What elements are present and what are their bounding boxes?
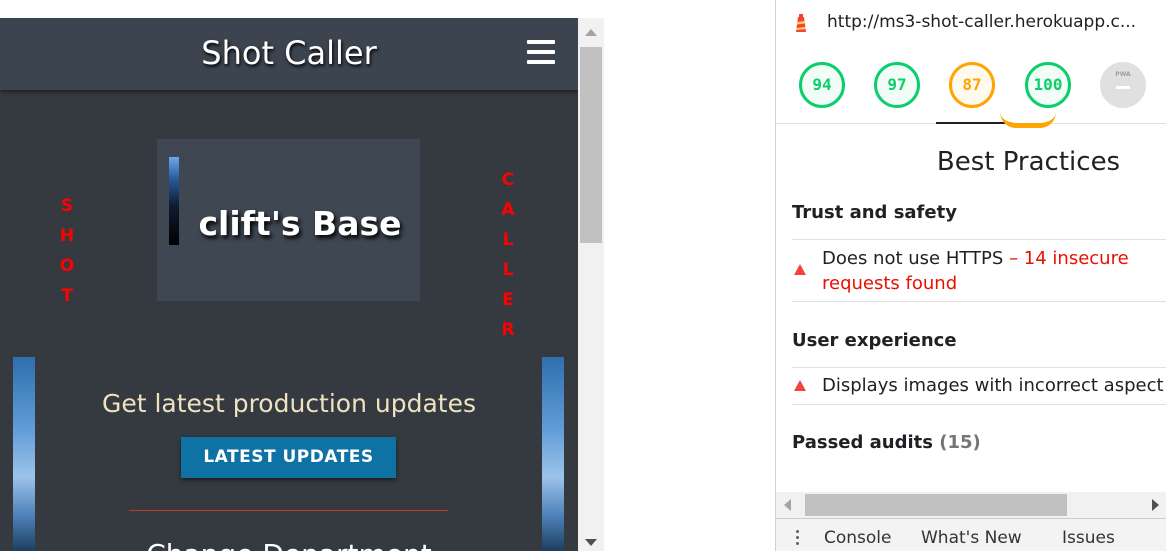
category-title: Best Practices xyxy=(936,147,1121,177)
audit-aspect-ratio[interactable]: Displays images with incorrect aspect ra… xyxy=(822,373,1166,398)
side-letter: S xyxy=(60,196,74,216)
side-letter: L xyxy=(502,230,514,250)
row-divider xyxy=(792,301,1166,302)
row-divider xyxy=(792,239,1166,240)
audit-https[interactable]: Does not use HTTPS – 14 insecure request… xyxy=(822,246,1166,296)
drawer-tab-console[interactable]: Console xyxy=(824,528,892,548)
passed-audits-toggle[interactable]: Passed audits (15) xyxy=(792,432,981,453)
horizontal-scrollbar-thumb[interactable] xyxy=(805,494,1067,516)
latest-updates-button[interactable]: LATEST UPDATES xyxy=(181,437,396,478)
report-url[interactable]: http://ms3-shot-caller.herokuapp.c... xyxy=(827,12,1166,32)
devtools-drawer: Console What's New Issues xyxy=(776,518,1166,551)
navbar: Shot Caller xyxy=(0,18,578,90)
screen: Shot Caller S H O T C A L L E R clift's … xyxy=(0,0,1166,551)
scroll-down-arrow-icon[interactable] xyxy=(585,539,597,546)
drawer-tab-whats-new[interactable]: What's New xyxy=(921,528,1022,548)
scrollbar-thumb[interactable] xyxy=(580,47,602,243)
side-letter: T xyxy=(61,286,73,306)
right-photo-strip xyxy=(542,357,564,551)
side-word-caller: C A L L E R xyxy=(500,165,516,345)
passed-audits-label: Passed audits xyxy=(792,432,933,453)
fail-triangle-icon xyxy=(794,380,806,391)
row-divider xyxy=(792,404,1166,405)
audit-title: Does not use HTTPS xyxy=(822,248,1004,269)
side-letter: H xyxy=(59,226,75,246)
active-tab-underline xyxy=(936,122,1011,124)
section-divider xyxy=(129,510,448,511)
group-title-ux: User experience xyxy=(792,330,957,351)
panel-horizontal-scrollbar[interactable] xyxy=(776,492,1166,518)
scroll-up-arrow-icon[interactable] xyxy=(585,29,597,36)
scroll-right-arrow-icon[interactable] xyxy=(1152,499,1159,511)
pwa-label: PWA xyxy=(1115,71,1131,78)
fail-triangle-icon xyxy=(794,264,806,275)
passed-audits-count: (15) xyxy=(939,432,981,453)
side-letter: E xyxy=(502,290,514,310)
score-gauge[interactable]: 100 xyxy=(1025,62,1071,108)
row-divider xyxy=(792,367,1166,368)
side-letter: R xyxy=(501,320,515,340)
score-gauge-best-practices[interactable]: 87 xyxy=(949,62,995,108)
hamburger-menu-icon[interactable] xyxy=(527,40,555,64)
brand-title[interactable]: Shot Caller xyxy=(0,34,578,72)
change-department-heading: Change Department xyxy=(0,538,578,551)
score-gauge[interactable]: 94 xyxy=(799,62,845,108)
group-title-trust: Trust and safety xyxy=(792,202,957,223)
more-options-icon[interactable] xyxy=(796,530,800,546)
site-vertical-scrollbar[interactable] xyxy=(578,18,604,551)
side-letter: O xyxy=(59,256,75,276)
base-title: clift's Base xyxy=(198,204,402,243)
updates-heading: Get latest production updates xyxy=(101,389,477,418)
base-image-strip xyxy=(169,157,179,245)
mobile-site-viewport: Shot Caller S H O T C A L L E R clift's … xyxy=(0,18,578,551)
side-letter: C xyxy=(501,170,515,190)
lighthouse-panel: http://ms3-shot-caller.herokuapp.c... 94… xyxy=(775,0,1166,551)
side-word-shot: S H O T xyxy=(59,191,75,311)
side-letter: A xyxy=(501,200,515,220)
left-photo-strip xyxy=(13,357,35,551)
side-letter: L xyxy=(502,260,514,280)
report-url-bar: http://ms3-shot-caller.herokuapp.c... xyxy=(776,0,1166,46)
scroll-left-arrow-icon[interactable] xyxy=(784,499,791,511)
score-gauge[interactable]: 97 xyxy=(874,62,920,108)
pwa-dash xyxy=(1116,86,1130,89)
selected-gauge-indicator xyxy=(1000,112,1056,128)
pwa-badge-icon[interactable]: PWA xyxy=(1100,62,1146,108)
lighthouse-icon xyxy=(796,14,806,32)
drawer-tab-issues[interactable]: Issues xyxy=(1062,528,1115,548)
